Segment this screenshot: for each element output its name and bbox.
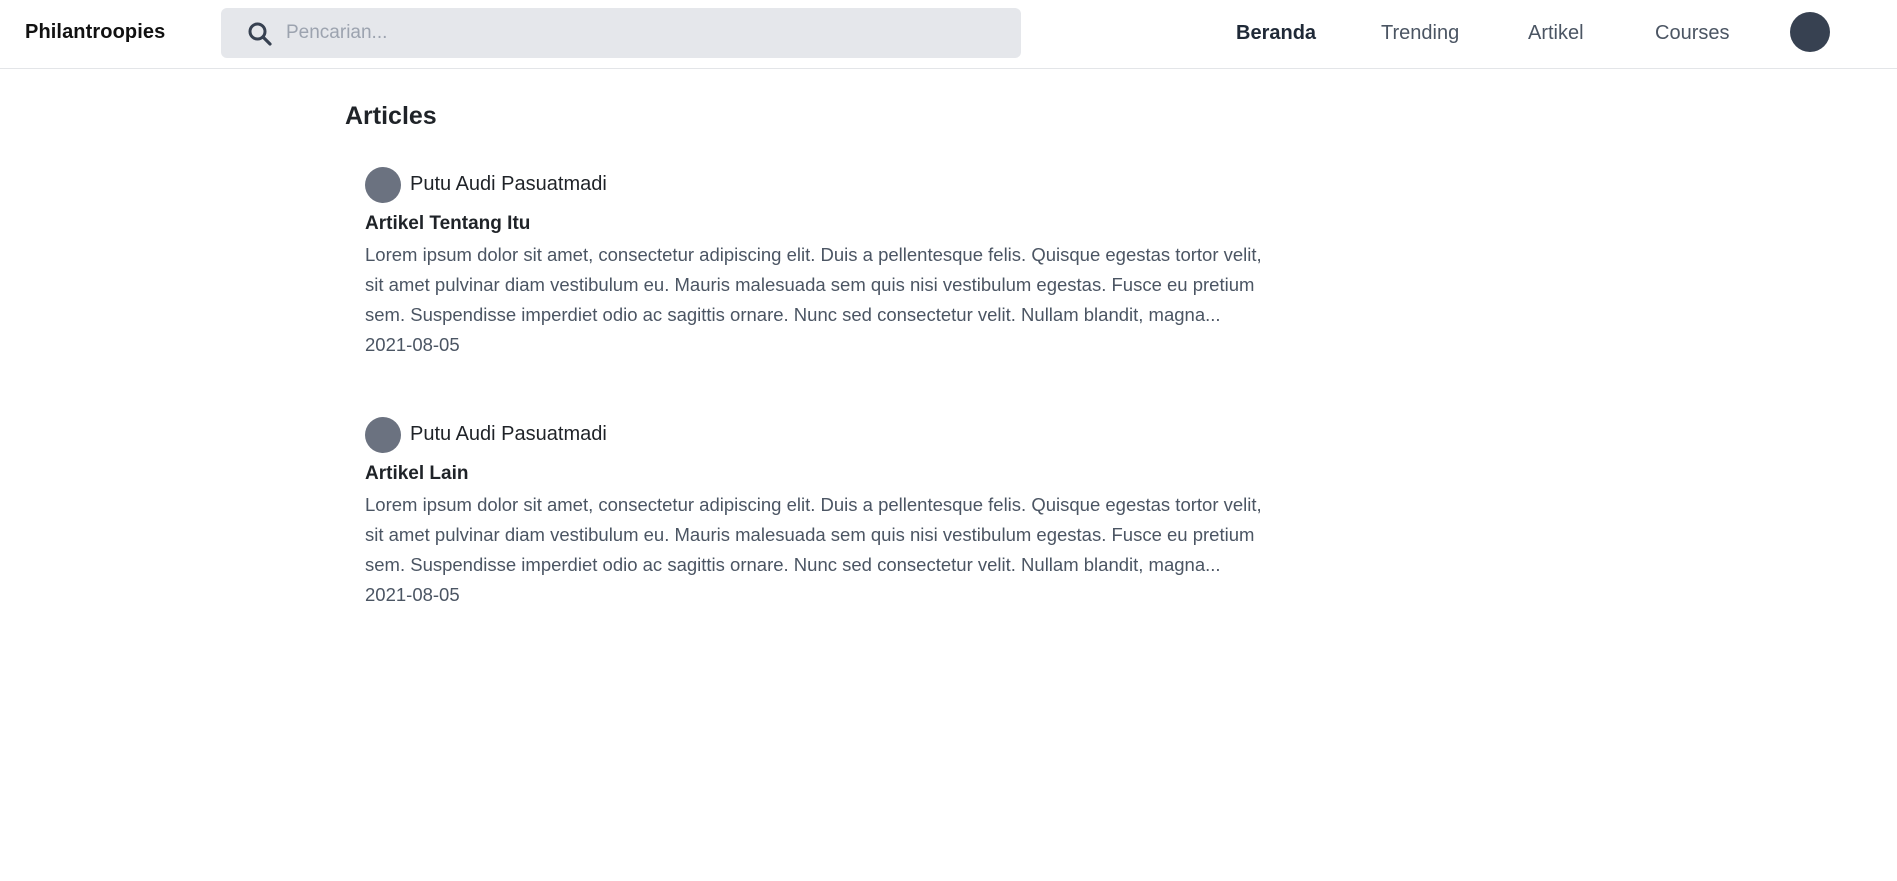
- author-row: Putu Audi Pasuatmadi: [365, 167, 1285, 203]
- article-card[interactable]: Putu Audi Pasuatmadi Artikel Tentang Itu…: [365, 167, 1285, 360]
- search-bar[interactable]: [221, 8, 1021, 58]
- article-title[interactable]: Artikel Tentang Itu: [365, 212, 1285, 236]
- nav-courses[interactable]: Courses: [1655, 22, 1729, 45]
- author-name[interactable]: Putu Audi Pasuatmadi: [410, 423, 607, 446]
- search-icon: [247, 21, 273, 47]
- article-card[interactable]: Putu Audi Pasuatmadi Artikel Lain Lorem …: [365, 417, 1285, 610]
- nav-beranda[interactable]: Beranda: [1236, 22, 1316, 45]
- top-navbar: Philantroopies Beranda Trending Artikel …: [0, 0, 1897, 69]
- author-avatar[interactable]: [365, 167, 401, 203]
- article-date: 2021-08-05: [365, 584, 460, 605]
- page-title: Articles: [345, 102, 437, 130]
- search-input[interactable]: [286, 8, 1006, 58]
- article-title[interactable]: Artikel Lain: [365, 462, 1285, 486]
- nav-artikel[interactable]: Artikel: [1528, 22, 1584, 45]
- brand-logo[interactable]: Philantroopies: [25, 21, 165, 44]
- author-row: Putu Audi Pasuatmadi: [365, 417, 1285, 453]
- article-excerpt: Lorem ipsum dolor sit amet, consectetur …: [365, 494, 1262, 575]
- author-name[interactable]: Putu Audi Pasuatmadi: [410, 173, 607, 196]
- article-excerpt: Lorem ipsum dolor sit amet, consectetur …: [365, 244, 1262, 325]
- nav-trending[interactable]: Trending: [1381, 22, 1459, 45]
- author-avatar[interactable]: [365, 417, 401, 453]
- user-avatar[interactable]: [1790, 12, 1830, 52]
- article-date: 2021-08-05: [365, 334, 460, 355]
